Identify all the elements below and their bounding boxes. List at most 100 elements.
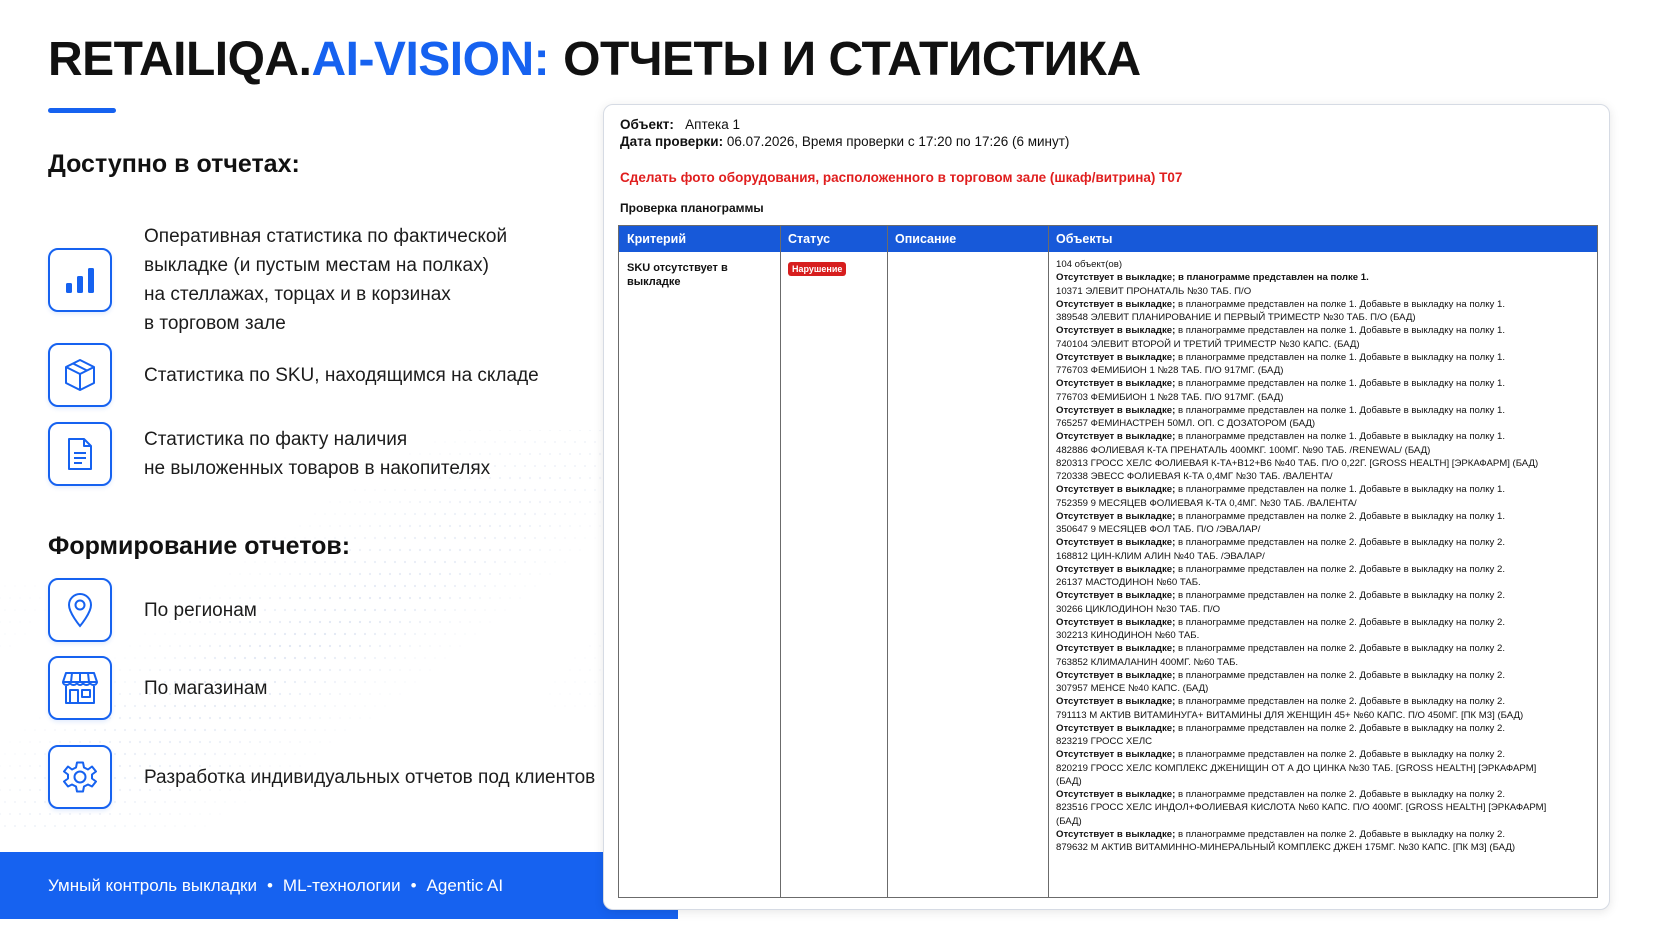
footer-item: ML-технологии	[282, 876, 401, 895]
column-header: Критерий	[627, 232, 687, 246]
object-line-text: 302213 КИНОДИНОН №60 ТАБ.	[1056, 630, 1200, 641]
feature-line: не выложенных товаров в накопителях	[144, 458, 491, 479]
object-line-status: Отсутствует в выкладке;	[1056, 563, 1176, 575]
object-line: Отсутствует в выкладке; в планограмме пр…	[1056, 563, 1596, 576]
feature-by-stores: По магазинам	[48, 656, 267, 720]
object-line-status: Отсутствует в выкладке;	[1056, 828, 1176, 840]
object-line: 820219 ГРОСС ХЕЛС КОМПЛЕКС ДЖЕНИЩИН ОТ А…	[1056, 762, 1596, 775]
object-line-text: в планограмме представлен на полке 1. До…	[1175, 378, 1506, 390]
footer-separator: •	[266, 876, 273, 895]
objects-count: 104 объект(ов)	[1056, 259, 1123, 270]
object-line-text: 820313 ГРОСС ХЕЛС ФОЛИЕВАЯ К-ТА+B12+B6 №…	[1056, 457, 1539, 469]
object-line-text: 879632 М АКТИВ ВИТАМИННО-МИНЕРАЛЬНЫЙ КОМ…	[1056, 842, 1516, 853]
title-accent: AI-VISION:	[311, 33, 550, 86]
object-line: 740104 ЭЛЕВИТ ВТОРОЙ И ТРЕТИЙ ТРИМЕСТР №…	[1056, 338, 1596, 351]
feature-label: Разработка индивидуальных отчетов под кл…	[144, 766, 596, 788]
object-line: 752359 9 МЕСЯЦЕВ ФОЛИЕВАЯ К-ТА 0,4МГ. №3…	[1056, 497, 1596, 510]
object-line-text: в планограмме представлен на полке 2. До…	[1175, 789, 1506, 800]
object-line: Отсутствует в выкладке; в планограмме пр…	[1056, 788, 1596, 801]
object-line: 482886 ФОЛИЕВАЯ К-ТА ПРЕНАТАЛЬ 400МКГ. 1…	[1056, 444, 1596, 457]
object-line-status: Отсутствует в выкладке; в планограмме пр…	[1056, 272, 1369, 284]
object-line: 776703 ФЕМИБИОН 1 №28 ТАБ. П/О 917МГ. (Б…	[1056, 391, 1596, 404]
object-line-text: 765257 ФЕМИНАСТРЕН 50МЛ. ОП. С ДОЗАТОРОМ…	[1056, 418, 1316, 429]
object-line-status: Отсутствует в выкладке;	[1056, 669, 1176, 681]
footer-item: Agentic AI	[426, 876, 504, 895]
feature-line: Статистика по факту наличия	[144, 429, 408, 450]
feature-storage-stats: Статистика по факту наличия не выложенны…	[48, 422, 490, 486]
column-header: Статус	[788, 232, 831, 246]
page-title: RETAILIQA.AI-VISION: ОТЧЕТЫ И СТАТИСТИКА	[48, 32, 1141, 87]
object-line-text: в планограмме представлен на полке 1. До…	[1175, 325, 1506, 337]
object-line-status: Отсутствует в выкладке;	[1056, 749, 1176, 761]
object-line-status: Отсутствует в выкладке;	[1056, 351, 1176, 363]
object-line-status: Отсутствует в выкладке;	[1056, 696, 1176, 708]
object-line: Отсутствует в выкладке; в планограмме пр…	[1056, 483, 1596, 496]
object-line: 389548 ЭЛЕВИТ ПЛАНИРОВАНИЕ И ПЕРВЫЙ ТРИМ…	[1056, 311, 1596, 324]
object-line: 791113 М АКТИВ ВИТАМИНУГА+ ВИТАМИНЫ ДЛЯ …	[1056, 709, 1596, 722]
object-line-text: в планограмме представлен на полке 2. До…	[1175, 696, 1506, 708]
feature-text: Оперативная статистика по фактической вы…	[144, 222, 507, 338]
object-line-text: в планограмме представлен на полке 1. До…	[1175, 298, 1506, 310]
object-line-text: 823516 ГРОСС ХЕЛС ИНДОЛ+ФОЛИЕВАЯ КИСЛОТА…	[1056, 802, 1547, 814]
feature-by-regions: По регионам	[48, 578, 257, 642]
object-line-text: 350647 9 МЕСЯЦЕВ ФОЛ ТАБ. П/О /ЭВАЛАР/	[1056, 524, 1261, 535]
object-line: Отсутствует в выкладке; в планограмме пр…	[1056, 695, 1596, 708]
object-line-text: в планограмме представлен на полке 1. До…	[1175, 484, 1506, 496]
object-line: 26137 МАСТОДИНОН №60 ТАБ.	[1056, 576, 1596, 589]
object-line: 823219 ГРОСС ХЕЛС	[1056, 735, 1596, 748]
object-line-text: в планограмме представлен на полке 2. До…	[1175, 510, 1506, 522]
object-line-text: в планограмме представлен на полке 2. До…	[1175, 563, 1506, 575]
object-line-status: Отсутствует в выкладке;	[1056, 298, 1176, 310]
object-line-text: в планограмме представлен на полке 2. До…	[1175, 537, 1506, 549]
feature-label: По регионам	[144, 599, 257, 621]
feature-line: на стеллажах, торцах и в корзинах	[144, 284, 451, 305]
feature-custom-reports: Разработка индивидуальных отчетов под кл…	[48, 745, 595, 809]
table-header: Критерий Статус Описание Объекты	[619, 226, 1597, 252]
object-line-text: (БАД)	[1056, 815, 1082, 827]
object-line: Отсутствует в выкладке; в планограмме пр…	[1056, 669, 1596, 682]
object-line-status: Отсутствует в выкладке;	[1056, 616, 1176, 628]
report-date-line: Дата проверки: 06.07.2026, Время проверк…	[620, 134, 1069, 149]
title-rest: ОТЧЕТЫ И СТАТИСТИКА	[563, 33, 1141, 86]
object-line-text: 389548 ЭЛЕВИТ ПЛАНИРОВАНИЕ И ПЕРВЫЙ ТРИМ…	[1056, 312, 1416, 323]
title-brand: RETAILIQA.	[48, 33, 312, 86]
object-line: Отсутствует в выкладке; в планограмме пр…	[1056, 351, 1596, 364]
object-line-text: 763852 КЛИМАЛАНИН 400МГ. №60 ТАБ.	[1056, 656, 1239, 668]
date-value: 06.07.2026, Время проверки с 17:20 по 17…	[726, 134, 1070, 149]
report-sample: Объект: Аптека 1 Дата проверки: 06.07.20…	[603, 104, 1610, 910]
feature-text: Статистика по SKU, находящимся на складе	[144, 361, 539, 390]
object-line-text: 776703 ФЕМИБИОН 1 №28 ТАБ. П/О 917МГ. (Б…	[1056, 391, 1284, 403]
report-task: Сделать фото оборудования, расположенног…	[620, 170, 1183, 185]
formation-heading: Формирование отчетов:	[48, 532, 351, 560]
report-table: Критерий Статус Описание Объекты SKU отс…	[618, 225, 1598, 898]
object-line: Отсутствует в выкладке; в планограмме пр…	[1056, 536, 1596, 549]
object-line-text: 791113 М АКТИВ ВИТАМИНУГА+ ВИТАМИНЫ ДЛЯ …	[1056, 709, 1524, 721]
feature-line: Статистика по SKU, находящимся на складе	[144, 364, 539, 386]
column-divider	[887, 226, 888, 897]
object-line-text: в планограмме представлен на полке 2. До…	[1175, 616, 1506, 628]
column-header: Описание	[895, 232, 957, 246]
object-line-text: 820219 ГРОСС ХЕЛС КОМПЛЕКС ДЖЕНИЩИН ОТ А…	[1056, 762, 1537, 774]
store-icon	[48, 656, 112, 720]
object-line: 30266 ЦИКЛОДИНОН №30 ТАБ. П/О	[1056, 603, 1596, 616]
object-line-text: в планограмме представлен на полке 2. До…	[1175, 643, 1506, 655]
object-line: Отсутствует в выкладке; в планограмме пр…	[1056, 324, 1596, 337]
report-section-title: Проверка планограммы	[620, 201, 764, 215]
feature-text: Статистика по факту наличия не выложенны…	[144, 425, 490, 483]
object-line: Отсутствует в выкладке; в планограмме пр…	[1056, 722, 1596, 735]
box-icon	[48, 343, 112, 407]
object-line-text: в планограмме представлен на полке 2. До…	[1175, 669, 1506, 681]
object-line: Отсутствует в выкладке; в планограмме пр…	[1056, 748, 1596, 761]
object-label: Объект:	[620, 117, 674, 132]
object-line: Отсутствует в выкладке; в планограмме пр…	[1056, 298, 1596, 311]
criterion-cell: SKU отсутствует в выкладке	[627, 262, 728, 288]
object-line: 10371 ЭЛЕВИТ ПРОНАТАЛЬ №30 ТАБ. П/О	[1056, 285, 1596, 298]
object-line: Отсутствует в выкладке; в планограмме пр…	[1056, 377, 1596, 390]
object-line: 302213 КИНОДИНОН №60 ТАБ.	[1056, 629, 1596, 642]
object-line-text: 307957 МЕНСЕ №40 КАПС. (БАД)	[1056, 683, 1209, 694]
object-line: Отсутствует в выкладке; в планограмме пр…	[1056, 404, 1596, 417]
object-line: 823516 ГРОСС ХЕЛС ИНДОЛ+ФОЛИЕВАЯ КИСЛОТА…	[1056, 801, 1596, 814]
available-heading: Доступно в отчетах:	[48, 150, 300, 178]
feature-line: Оперативная статистика по фактической	[144, 226, 508, 247]
location-pin-icon	[48, 578, 112, 642]
